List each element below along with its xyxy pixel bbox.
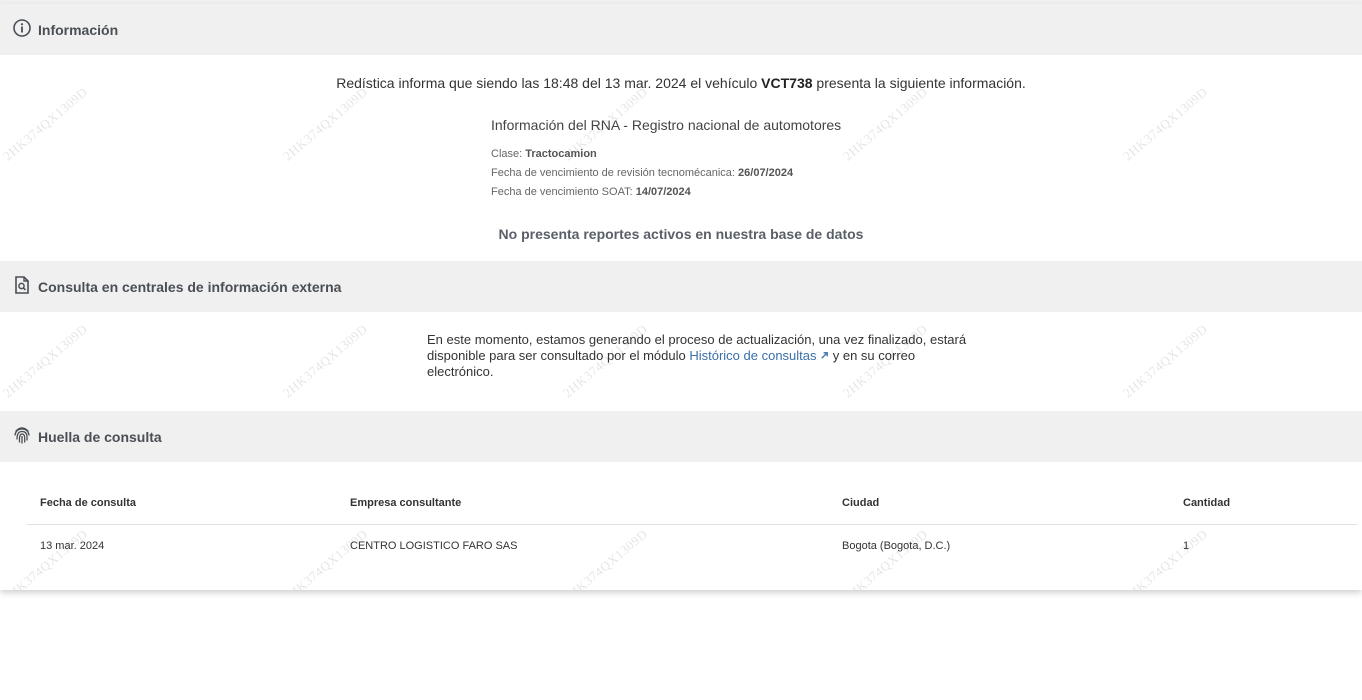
info-intro-text: Redística informa que siendo las 18:48 d… [0,75,1362,91]
watermark-text: 2HK374QX1309D [1120,321,1211,401]
soat-value: 14/07/2024 [635,186,691,198]
watermark-text: 2HK374QX1309D [280,526,371,590]
intro-prefix: Redística informa que siendo las 18:48 d… [336,75,762,91]
info-circle-icon [13,19,31,37]
clase-label: Clase: [491,148,526,160]
rna-title: Información del RNA - Registro nacional … [491,117,842,133]
rtm-label: Fecha de vencimiento de revisión tecnomé… [491,167,739,179]
intro-suffix: presenta la siguiente información. [812,75,1026,91]
watermark-text: 2HK374QX1309D [840,526,931,590]
th-cantidad: Cantidad [1183,497,1231,509]
rtm-value: 26/07/2024 [738,167,794,179]
watermark-text: 2HK374QX1309D [0,84,91,164]
vehicle-report-card: 2HK374QX1309D 2HK374QX1309D 2HK374QX1309D 2… [0,4,1362,590]
info-section-header: Información [0,4,1362,55]
table-header-divider [27,524,1357,525]
external-link-icon[interactable] [820,351,829,360]
rna-soat-expiry: Fecha de vencimiento SOAT: 14/07/2024 [491,186,691,198]
cell-fecha: 13 mar. 2024 [40,540,105,552]
rna-rtm-expiry: Fecha de vencimiento de revisión tecnomé… [491,167,793,179]
watermark-text: 2HK374QX1309D [1120,84,1211,164]
th-ciudad: Ciudad [842,497,880,509]
vehicle-plate: VCT738 [761,75,813,91]
watermark-text: 2HK374QX1309D [0,321,91,401]
cell-ciudad: Bogota (Bogota, D.C.) [842,540,951,552]
watermark-text: 2HK374QX1309D [1120,526,1211,590]
watermark-text: 2HK374QX1309D [840,84,931,164]
watermark-text: 2HK374QX1309D [560,526,651,590]
external-section-title: Consulta en centrales de información ext… [38,278,342,295]
no-reports-message: No presenta reportes activos en nuestra … [498,226,864,242]
info-section-title: Información [38,21,119,38]
clase-value: Tractocamion [525,148,597,160]
historico-link-label[interactable]: Histórico de consultas [689,348,816,363]
soat-label: Fecha de vencimiento SOAT: [491,186,636,198]
cell-empresa: CENTRO LOGISTICO FARO SAS [350,540,518,552]
watermark-text: 2HK374QX1309D [280,84,371,164]
external-update-message: En este momento, estamos generando el pr… [427,332,967,380]
external-section-header: Consulta en centrales de información ext… [0,261,1362,312]
th-empresa: Empresa consultante [350,497,462,509]
watermark-text: 2HK374QX1309D [0,526,91,590]
th-fecha: Fecha de consulta [40,497,136,509]
fingerprint-section-header: Huella de consulta [0,411,1362,462]
fingerprint-section-title: Huella de consulta [38,428,162,445]
cell-cantidad: 1 [1183,540,1190,552]
rna-clase: Clase: Tractocamion [491,148,597,160]
document-search-icon [15,276,29,294]
fingerprint-icon [14,427,30,444]
watermark-text: 2HK374QX1309D [280,321,371,401]
historico-consultas-link[interactable]: Histórico de consultas [689,348,829,363]
